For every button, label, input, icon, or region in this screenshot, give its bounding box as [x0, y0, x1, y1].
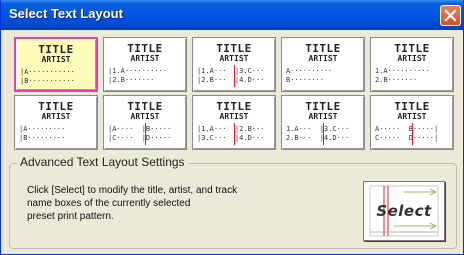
- layout-artist-text: ARTIST: [41, 55, 71, 64]
- layout-artist-text: ARTIST: [219, 112, 249, 121]
- select-button[interactable]: Select: [363, 181, 445, 241]
- track-line: 2.B··· |4.D···: [286, 134, 350, 142]
- track-line: |3.C··· |4.D···: [197, 134, 265, 142]
- layout-artist-text: ARTIST: [41, 112, 71, 121]
- description-line: preset print pattern.: [27, 211, 114, 222]
- layout-option[interactable]: TITLE ARTIST |A········· |B·········: [14, 95, 98, 150]
- description-line: Click [Select] to modify the title, arti…: [27, 185, 238, 196]
- track-line: |B···········: [20, 77, 75, 85]
- layout-artist-text: ARTIST: [397, 112, 427, 121]
- select-label: Select: [376, 202, 432, 220]
- track-line: B········: [286, 76, 324, 84]
- column-divider-line: [234, 123, 235, 145]
- track-line: |1.A··· |3.C···: [197, 67, 265, 75]
- track-line: |2.B··· |4.D···: [197, 76, 265, 84]
- window-title: Select Text Layout: [9, 6, 123, 21]
- track-line: |A···· |B·····: [108, 125, 172, 133]
- layout-option[interactable]: TITLE ARTIST |A···· |B····· |C···· |D·····: [103, 95, 187, 150]
- track-line: 1.A··· |3.C···: [286, 125, 350, 133]
- layout-option[interactable]: TITLE ARTIST A·········· B········: [281, 37, 365, 92]
- layout-artist-text: ARTIST: [308, 54, 338, 63]
- track-line: 1.A··········: [375, 67, 430, 75]
- track-line: |A·········: [19, 125, 66, 133]
- column-divider-line: [412, 123, 413, 145]
- column-divider-line: [234, 65, 235, 87]
- close-button[interactable]: [440, 5, 461, 26]
- track-line: C····· D·····|: [375, 134, 439, 142]
- layout-artist-text: ARTIST: [397, 54, 427, 63]
- layout-option[interactable]: TITLE ARTIST |A··········· |B···········: [14, 37, 98, 92]
- description-line: name boxes of the currently selected: [27, 198, 191, 209]
- close-icon: [444, 9, 457, 22]
- advanced-settings-legend: Advanced Text Layout Settings: [17, 155, 188, 169]
- advanced-description: Click [Select] to modify the title, arti…: [27, 184, 237, 223]
- layout-option[interactable]: TITLE ARTIST 1.A·········· 2.B·······: [370, 37, 454, 92]
- track-line: A····· B·····|: [375, 125, 439, 133]
- layout-artist-text: ARTIST: [130, 54, 160, 63]
- layout-option[interactable]: TITLE ARTIST 1.A··· |3.C··· 2.B··· |4.D···: [281, 95, 365, 150]
- layout-option[interactable]: TITLE ARTIST A····· B·····| C····· D·····|: [370, 95, 454, 150]
- track-line: |B·········: [19, 134, 66, 142]
- layout-artist-text: ARTIST: [130, 112, 160, 121]
- layout-option[interactable]: TITLE ARTIST |1.A·········· |2.B·······: [103, 37, 187, 92]
- title-bar[interactable]: Select Text Layout: [1, 0, 463, 30]
- layout-option[interactable]: TITLE ARTIST |1.A··· |3.C··· |2.B··· |4.D··…: [192, 37, 276, 92]
- column-divider-line: [145, 123, 146, 145]
- track-line: |1.A··········: [108, 67, 168, 75]
- layout-option[interactable]: TITLE ARTIST |1.A··· |2.B··· |3.C··· |4.D··…: [192, 95, 276, 150]
- track-line: |C···· |D·····: [108, 134, 172, 142]
- track-line: 2.B·······: [375, 76, 418, 84]
- layout-artist-text: ARTIST: [308, 112, 338, 121]
- track-line: |A···········: [20, 68, 75, 76]
- column-divider-line: [323, 123, 324, 145]
- track-line: |2.B·······: [108, 76, 155, 84]
- layout-artist-text: ARTIST: [219, 54, 249, 63]
- track-line: A··········: [286, 67, 333, 75]
- track-line: |1.A··· |2.B···: [197, 125, 265, 133]
- select-text-layout-window: Select Text Layout TITLE ARTIST |A········…: [0, 0, 464, 255]
